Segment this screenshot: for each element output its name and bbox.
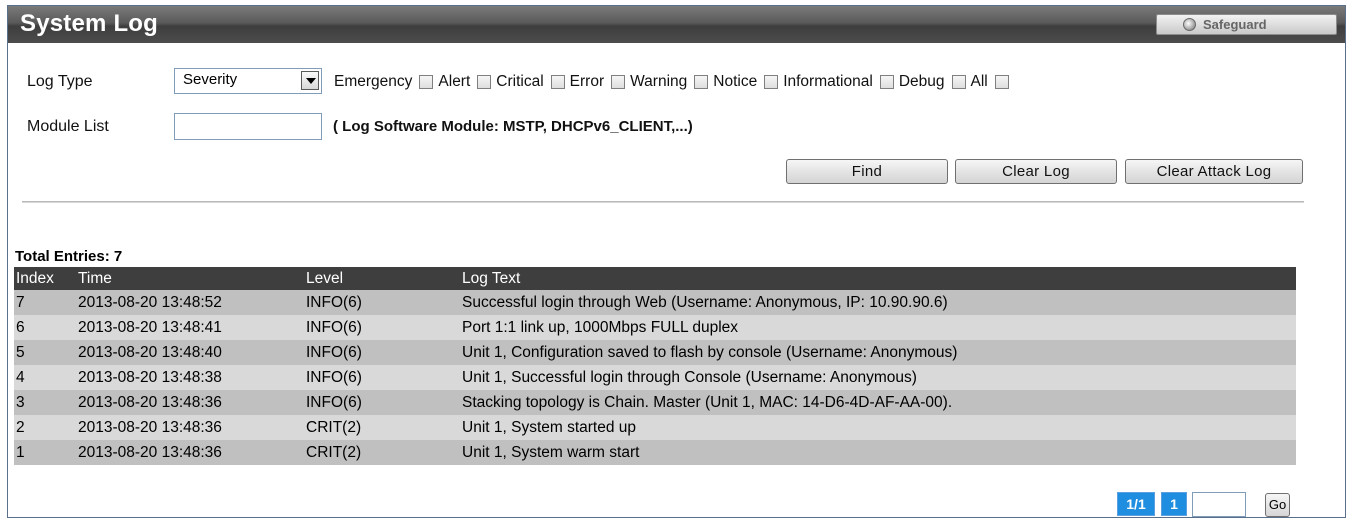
total-entries: Total Entries: 7 bbox=[15, 248, 123, 265]
cell-time: 2013-08-20 13:48:36 bbox=[78, 415, 306, 440]
severity-debug-label: Debug bbox=[898, 73, 945, 90]
log-table: Index Time Level Log Text 7 2013-08-20 1… bbox=[14, 267, 1296, 465]
cell-level: INFO(6) bbox=[306, 365, 462, 390]
table-row: 6 2013-08-20 13:48:41 INFO(6) Port 1:1 l… bbox=[14, 315, 1296, 340]
log-type-select[interactable]: Severity bbox=[174, 68, 322, 94]
cell-level: INFO(6) bbox=[306, 315, 462, 340]
log-type-label: Log Type bbox=[27, 73, 93, 90]
module-list-label: Module List bbox=[27, 118, 109, 135]
cell-log-text: Unit 1, Successful login through Console… bbox=[462, 365, 1296, 390]
severity-warning-label: Warning bbox=[630, 73, 688, 90]
severity-error-checkbox[interactable] bbox=[611, 75, 626, 89]
module-list-hint: ( Log Software Module: MSTP, DHCPv6_CLIE… bbox=[333, 118, 693, 135]
cell-time: 2013-08-20 13:48:36 bbox=[78, 440, 306, 465]
go-button[interactable]: Go bbox=[1265, 493, 1290, 517]
page-link-1[interactable]: 1 bbox=[1161, 492, 1187, 516]
cell-level: CRIT(2) bbox=[306, 415, 462, 440]
cell-log-text: Unit 1, System started up bbox=[462, 415, 1296, 440]
table-row: 5 2013-08-20 13:48:40 INFO(6) Unit 1, Co… bbox=[14, 340, 1296, 365]
cell-time: 2013-08-20 13:48:40 bbox=[78, 340, 306, 365]
cell-index: 5 bbox=[14, 340, 78, 365]
column-header-index: Index bbox=[14, 267, 78, 290]
cell-log-text: Successful login through Web (Username: … bbox=[462, 290, 1296, 315]
severity-critical-label: Critical bbox=[496, 73, 544, 90]
table-row: 7 2013-08-20 13:48:52 INFO(6) Successful… bbox=[14, 290, 1296, 315]
severity-all-checkbox[interactable] bbox=[994, 75, 1009, 89]
table-row: 1 2013-08-20 13:48:36 CRIT(2) Unit 1, Sy… bbox=[14, 440, 1296, 465]
severity-notice-label: Notice bbox=[713, 73, 758, 90]
safeguard-status-icon bbox=[1183, 18, 1196, 31]
goto-page-input[interactable] bbox=[1192, 492, 1246, 517]
cell-index: 7 bbox=[14, 290, 78, 315]
cell-log-text: Stacking topology is Chain. Master (Unit… bbox=[462, 390, 1296, 415]
cell-level: CRIT(2) bbox=[306, 440, 462, 465]
title-bar: System Log Safeguard bbox=[8, 6, 1345, 43]
cell-time: 2013-08-20 13:48:52 bbox=[78, 290, 306, 315]
page-title: System Log bbox=[20, 10, 159, 37]
severity-notice-checkbox[interactable] bbox=[764, 75, 779, 89]
cell-index: 6 bbox=[14, 315, 78, 340]
clear-log-button[interactable]: Clear Log bbox=[955, 159, 1117, 184]
severity-debug-checkbox[interactable] bbox=[951, 75, 966, 89]
find-button[interactable]: Find bbox=[786, 159, 948, 184]
chevron-down-icon[interactable] bbox=[301, 71, 319, 90]
severity-alert-checkbox[interactable] bbox=[477, 75, 492, 89]
table-row: 3 2013-08-20 13:48:36 INFO(6) Stacking t… bbox=[14, 390, 1296, 415]
cell-index: 2 bbox=[14, 415, 78, 440]
safeguard-label: Safeguard bbox=[1203, 17, 1267, 32]
cell-time: 2013-08-20 13:48:36 bbox=[78, 390, 306, 415]
module-list-input[interactable] bbox=[174, 113, 322, 140]
log-type-value: Severity bbox=[183, 71, 238, 88]
column-header-time: Time bbox=[78, 267, 306, 290]
severity-error-label: Error bbox=[569, 73, 605, 90]
severity-informational-checkbox[interactable] bbox=[879, 75, 894, 89]
cell-index: 3 bbox=[14, 390, 78, 415]
divider bbox=[22, 201, 1304, 203]
severity-emergency-checkbox[interactable] bbox=[419, 75, 434, 89]
clear-attack-log-button[interactable]: Clear Attack Log bbox=[1125, 159, 1303, 184]
cell-index: 4 bbox=[14, 365, 78, 390]
cell-level: INFO(6) bbox=[306, 290, 462, 315]
column-header-level: Level bbox=[306, 267, 462, 290]
table-row: 4 2013-08-20 13:48:38 INFO(6) Unit 1, Su… bbox=[14, 365, 1296, 390]
cell-level: INFO(6) bbox=[306, 390, 462, 415]
severity-warning-checkbox[interactable] bbox=[694, 75, 709, 89]
severity-emergency-label: Emergency bbox=[334, 73, 413, 90]
cell-log-text: Port 1:1 link up, 1000Mbps FULL duplex bbox=[462, 315, 1296, 340]
cell-level: INFO(6) bbox=[306, 340, 462, 365]
severity-informational-label: Informational bbox=[783, 73, 873, 90]
severity-checkbox-group: Emergency Alert Critical Error Warning N… bbox=[334, 73, 1009, 91]
severity-alert-label: Alert bbox=[438, 73, 471, 90]
cell-log-text: Unit 1, System warm start bbox=[462, 440, 1296, 465]
severity-all-label: All bbox=[970, 73, 988, 90]
table-header-row: Index Time Level Log Text bbox=[14, 267, 1296, 290]
safeguard-indicator[interactable]: Safeguard bbox=[1156, 14, 1337, 35]
cell-time: 2013-08-20 13:48:38 bbox=[78, 365, 306, 390]
severity-critical-checkbox[interactable] bbox=[550, 75, 565, 89]
cell-time: 2013-08-20 13:48:41 bbox=[78, 315, 306, 340]
table-row: 2 2013-08-20 13:48:36 CRIT(2) Unit 1, Sy… bbox=[14, 415, 1296, 440]
page-count-indicator: 1/1 bbox=[1117, 492, 1155, 516]
column-header-log-text: Log Text bbox=[462, 267, 1296, 290]
cell-index: 1 bbox=[14, 440, 78, 465]
cell-log-text: Unit 1, Configuration saved to flash by … bbox=[462, 340, 1296, 365]
